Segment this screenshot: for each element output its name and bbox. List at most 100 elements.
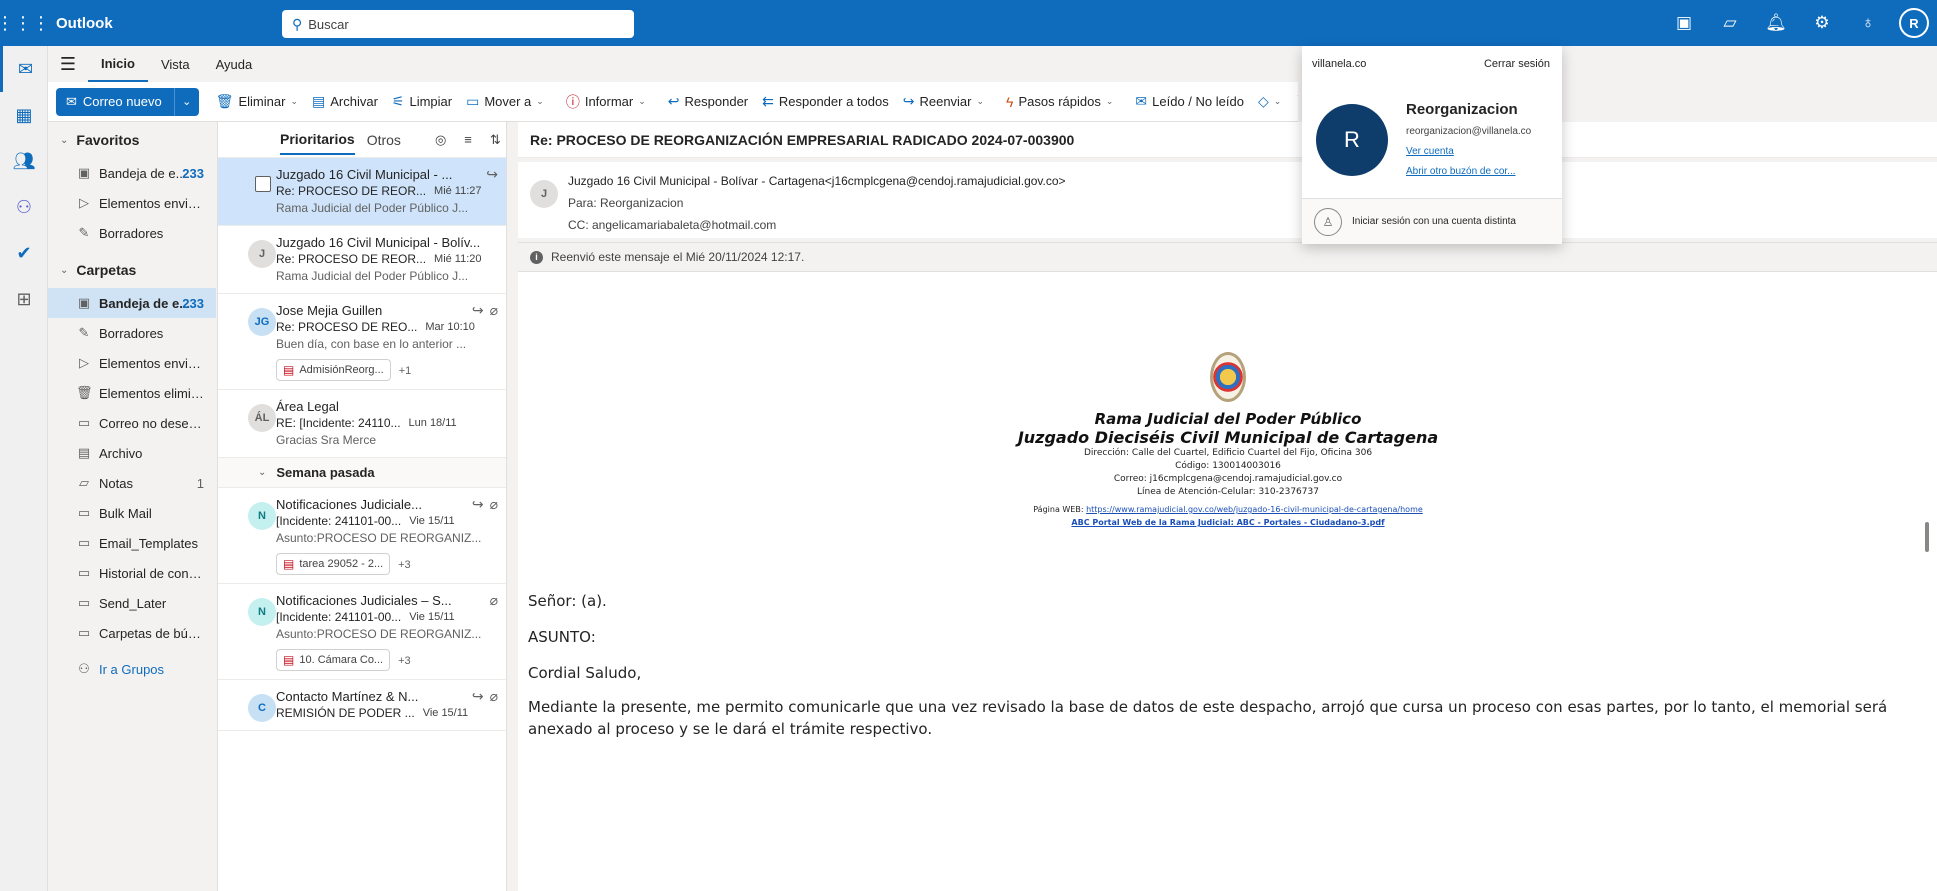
attachment-chip[interactable]: ▤ tarea 29052 - 2... <box>276 553 391 575</box>
ribbon-toolbar: ✉ Correo nuevo ⌄ 🗑︎ Eliminar ⌄ ▤ Archivar ⚟ L… <box>48 82 1298 122</box>
feedback-icon[interactable]: ▱ <box>1707 0 1753 46</box>
favorites-item-inbox[interactable]: ▣ Bandeja de e... 233 <box>48 158 216 188</box>
group-header-last-week[interactable]: ⌄ Semana pasada <box>218 458 506 488</box>
reply-button[interactable]: ↩ Responder <box>661 87 755 117</box>
app-title[interactable]: Outlook <box>46 15 266 32</box>
report-button[interactable]: ⓘ Informar ⌄ <box>559 87 653 117</box>
hamburger-icon[interactable]: ☰ <box>48 54 88 75</box>
avatar: ÁL <box>248 404 276 432</box>
sign-in-other-account[interactable]: ♙ Iniciar sesión con una cuenta distinta <box>1302 198 1562 244</box>
chevron-down-icon: ⌄ <box>60 134 69 146</box>
recipients-cc: CC: angelicamariabaleta@hotmail.com <box>568 218 777 232</box>
favorites-header[interactable]: ⌄ Favoritos <box>48 122 216 158</box>
pencil-icon: ✎ <box>78 325 90 340</box>
list-item[interactable]: N Notificaciones Judiciale... ↪ ⌀ [Inciden… <box>218 488 506 584</box>
folders-header[interactable]: ⌄ Carpetas <box>48 252 216 288</box>
tab-vista[interactable]: Vista <box>148 46 203 82</box>
list-item[interactable]: C Contacto Martínez & N... ↪ ⌀ REMISIÓN DE… <box>218 680 506 731</box>
attachment-chip[interactable]: ▤ 10. Cámara Co... <box>276 649 391 671</box>
folder-item-deleted[interactable]: 🗑︎ Elementos elimina... <box>48 378 216 408</box>
favorites-item-sent[interactable]: ▷ Elementos enviados <box>48 188 216 218</box>
sender-line[interactable]: Juzgado 16 Civil Municipal - Bolívar - C… <box>568 174 1066 188</box>
salutation: Cordial Saludo, <box>528 664 642 682</box>
forward-button[interactable]: ↪ Reenviar ⌄ <box>896 87 991 117</box>
folder-item-inbox[interactable]: ▣ Bandeja de e... 233 <box>48 288 216 318</box>
sort-icon[interactable]: ⇅ <box>490 132 501 148</box>
go-to-groups-link[interactable]: ⚇ Ir a Grupos <box>48 654 216 684</box>
folder-item-search-folders[interactable]: ▭ Carpetas de búsqu... <box>48 618 216 648</box>
folder-item-archive[interactable]: ▤ Archivo <box>48 438 216 468</box>
envelope-open-icon: ✉ <box>1135 93 1148 109</box>
group-label: Semana pasada <box>276 465 375 480</box>
paperclip-icon: ⌀ <box>489 592 498 608</box>
more-attachments[interactable]: +3 <box>398 559 411 571</box>
more-attachments[interactable]: +1 <box>399 365 412 377</box>
quick-steps-button[interactable]: ϟ Pasos rápidos ⌄ <box>999 87 1120 117</box>
tag-icon: ◇ <box>1257 93 1269 109</box>
read-unread-label: Leído / No leído <box>1152 94 1244 109</box>
read-unread-button[interactable]: ✉ Leído / No leído <box>1128 87 1251 117</box>
bell-icon[interactable]: 🔔︎ <box>1753 0 1799 46</box>
folder-label: Elementos enviados <box>99 195 204 211</box>
flag-button[interactable]: ⚑⌄ <box>1288 87 1298 117</box>
broom-icon: ⚟ <box>391 93 405 109</box>
abc-portal-link[interactable]: ABC Portal Web de la Rama Judicial: ABC … <box>868 516 1588 529</box>
new-mail-button[interactable]: ✉ Correo nuevo ⌄ <box>56 87 199 116</box>
reply-all-button[interactable]: ⇇ Responder a todos <box>755 87 896 117</box>
tab-other[interactable]: Otros <box>367 132 401 148</box>
folder-item-bulk-mail[interactable]: ▭ Bulk Mail <box>48 498 216 528</box>
unread-count: 233 <box>182 165 204 181</box>
move-to-button[interactable]: ▭ Mover a ⌄ <box>459 87 551 117</box>
archive-icon: ▤ <box>77 445 91 460</box>
folder-item-sent[interactable]: ▷ Elementos enviados <box>48 348 216 378</box>
more-apps-icon[interactable]: ⊞ <box>0 276 48 322</box>
sign-out-link[interactable]: Cerrar sesión <box>1484 58 1550 70</box>
archive-button[interactable]: ▤ Archivar <box>305 87 385 117</box>
open-other-mailbox-link[interactable]: Abrir otro buzón de cor... <box>1406 166 1516 177</box>
web-link[interactable]: https://www.ramajudicial.gov.co/web/juzg… <box>1086 505 1423 514</box>
pdf-icon: ▤ <box>283 557 295 571</box>
folder-item-drafts[interactable]: ✎ Borradores <box>48 318 216 348</box>
meet-now-icon[interactable]: ▣ <box>1661 0 1707 46</box>
folder-item-notes[interactable]: ▱ Notas 1 <box>48 468 216 498</box>
tab-focused[interactable]: Prioritarios <box>280 125 355 155</box>
calendar-icon[interactable]: ▦ <box>0 92 48 138</box>
folder-item-email-templates[interactable]: ▭ Email_Templates <box>48 528 216 558</box>
lightbulb-icon[interactable]: ♁ <box>1845 0 1891 46</box>
chevron-down-icon: ⌄ <box>976 96 985 106</box>
filter-icon[interactable]: ≡ <box>464 132 472 147</box>
favorites-item-drafts[interactable]: ✎ Borradores <box>48 218 216 248</box>
folder-item-send-later[interactable]: ▭ Send_Later <box>48 588 216 618</box>
avatar: C <box>248 694 276 722</box>
delete-button[interactable]: 🗑︎ Eliminar ⌄ <box>209 87 305 117</box>
folder-item-conversation-history[interactable]: ▭ Historial de conver... <box>48 558 216 588</box>
tab-inicio[interactable]: Inicio <box>88 46 148 82</box>
select-mode-icon[interactable]: ◎ <box>435 132 446 148</box>
select-checkbox[interactable] <box>255 176 271 192</box>
view-account-link[interactable]: Ver cuenta <box>1406 146 1454 157</box>
todo-icon[interactable]: ✔ <box>0 230 48 276</box>
reading-scrollbar[interactable] <box>1925 522 1929 552</box>
list-item[interactable]: J Juzgado 16 Civil Municipal - Bolív... … <box>218 226 506 294</box>
list-item[interactable]: ÁL Área Legal RE: [Incidente: 24110... Lu… <box>218 390 506 458</box>
avatar[interactable]: J <box>530 180 558 208</box>
message-date: Vie 15/11 <box>422 707 469 719</box>
list-item[interactable]: Juzgado 16 Civil Municipal - ... ↪ Re: PR… <box>218 158 506 226</box>
mail-icon[interactable]: ✉ <box>0 46 48 92</box>
app-launcher-icon[interactable]: ⋮⋮⋮ <box>0 0 50 46</box>
list-item[interactable]: N Notificaciones Judiciales – S... ⌀ [Inc… <box>218 584 506 680</box>
tab-ayuda[interactable]: Ayuda <box>203 46 266 82</box>
teams-icon[interactable]: ⚇ <box>0 184 48 230</box>
people-icon[interactable]: 👥︎ <box>0 138 48 184</box>
sweep-button[interactable]: ⚟ Limpiar <box>385 87 459 117</box>
chevron-down-icon[interactable]: ⌄ <box>175 95 199 108</box>
more-attachments[interactable]: +3 <box>398 655 411 667</box>
folder-item-junk[interactable]: ▭ Correo no deseado <box>48 408 216 438</box>
account-avatar[interactable]: R <box>1899 8 1929 38</box>
attachment-chip[interactable]: ▤ AdmisiónReorg... <box>276 359 391 381</box>
gear-icon[interactable]: ⚙ <box>1799 0 1845 46</box>
delete-label: Eliminar <box>238 94 286 109</box>
list-item[interactable]: JG Jose Mejia Guillen ↪ ⌀ Re: PROCESO DE R… <box>218 294 506 390</box>
search-input[interactable]: ⚲ Buscar <box>282 10 634 38</box>
tag-button[interactable]: ◇ ⌄ <box>1251 87 1288 117</box>
